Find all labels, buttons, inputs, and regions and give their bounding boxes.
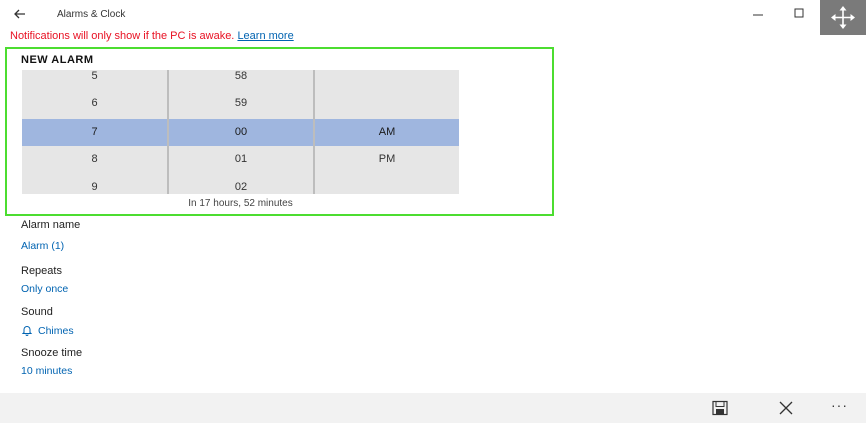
time-until-alarm: In 17 hours, 52 minutes (188, 198, 293, 209)
sound-selector[interactable]: Chimes (21, 324, 74, 337)
repeats-selector[interactable]: Only once (21, 283, 68, 295)
snooze-time-selector[interactable]: 10 minutes (21, 365, 72, 377)
title-bar: Alarms & Clock (0, 0, 866, 35)
sound-value: Chimes (38, 325, 74, 337)
repeats-label: Repeats (21, 265, 62, 277)
minute-column[interactable]: 58 59 00 01 02 (167, 70, 313, 194)
app-title: Alarms & Clock (57, 9, 126, 20)
hour-column[interactable]: 5 6 7 8 9 (22, 70, 167, 194)
learn-more-link[interactable]: Learn more (237, 30, 293, 42)
bell-icon (21, 326, 33, 336)
hour-option[interactable]: 8 (22, 149, 167, 169)
period-column[interactable]: AM PM (313, 70, 459, 194)
minute-option[interactable]: 59 (169, 93, 313, 113)
alarm-name-label: Alarm name (21, 219, 81, 231)
back-arrow-icon[interactable] (12, 6, 28, 22)
command-bar: ··· (0, 393, 866, 423)
alarm-name-field[interactable]: Alarm (1) (21, 240, 64, 252)
minute-option[interactable]: 02 (169, 177, 313, 194)
minute-option-selected[interactable]: 00 (169, 122, 313, 142)
sound-label: Sound (21, 306, 53, 318)
section-title: NEW ALARM (21, 54, 94, 66)
period-option-selected[interactable]: AM (315, 122, 459, 142)
time-picker[interactable]: 5 6 7 8 9 58 59 00 01 02 AM PM (22, 70, 459, 194)
hour-option-selected[interactable]: 7 (22, 122, 167, 142)
close-icon[interactable] (777, 400, 795, 416)
maximize-icon[interactable] (792, 6, 806, 20)
move-icon (831, 6, 855, 29)
hour-option[interactable]: 5 (22, 70, 167, 86)
period-option[interactable]: PM (315, 149, 459, 169)
snooze-time-label: Snooze time (21, 347, 83, 359)
minute-option[interactable]: 58 (169, 70, 313, 86)
notification-warning: Notifications will only show if the PC i… (10, 30, 294, 42)
notification-warning-text: Notifications will only show if the PC i… (10, 30, 235, 42)
save-icon[interactable] (711, 400, 729, 416)
minute-option[interactable]: 01 (169, 149, 313, 169)
move-handle[interactable] (820, 0, 866, 35)
minimize-icon[interactable] (750, 6, 766, 22)
hour-option[interactable]: 9 (22, 177, 167, 194)
hour-option[interactable]: 6 (22, 93, 167, 113)
more-options-button[interactable]: ··· (831, 397, 848, 413)
